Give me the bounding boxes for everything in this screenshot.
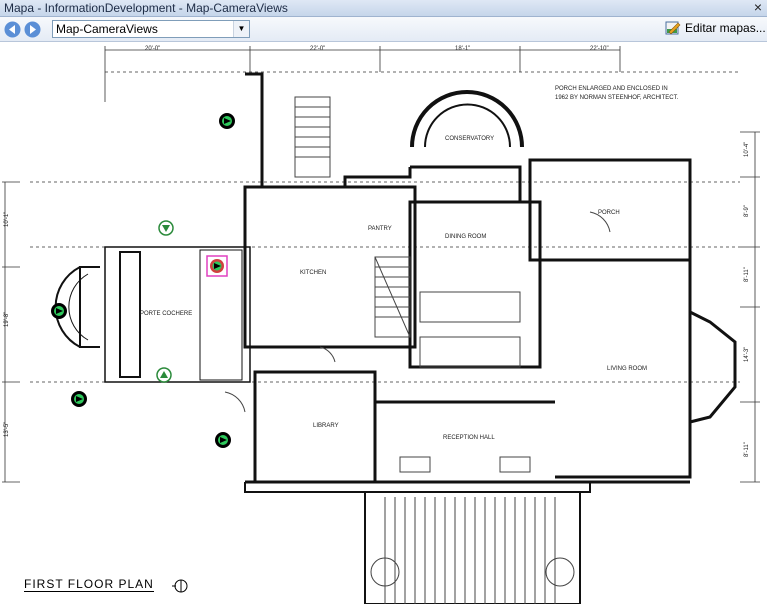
dim-right-1: 10'-4" [744, 142, 750, 157]
room-living: LIVING ROOM [607, 366, 647, 372]
chevron-down-icon[interactable]: ▼ [233, 21, 249, 37]
edit-maps-label: Editar mapas... [685, 21, 766, 35]
edit-map-icon [665, 21, 681, 35]
map-select-value: Map-CameraViews [56, 22, 158, 36]
room-library: LIBRARY [313, 423, 339, 429]
camera-marker-3[interactable] [51, 303, 67, 319]
dim-right-3: 8'-11" [744, 267, 750, 282]
window-title: Mapa - InformationDevelopment - Map-Came… [4, 1, 288, 15]
dim-right-4: 14'-3" [744, 347, 750, 362]
room-conservatory: CONSERVATORY [445, 136, 494, 142]
dim-left-1: 10'-1" [4, 212, 10, 227]
edit-maps-button[interactable]: Editar mapas... [665, 20, 766, 38]
room-dining: DINING ROOM [445, 234, 486, 240]
forward-arrow-icon[interactable] [24, 21, 41, 38]
close-icon[interactable]: × [751, 0, 765, 15]
plan-caption: FIRST FLOOR PLAN [24, 577, 154, 592]
north-arrow-icon [170, 578, 188, 594]
window-titlebar: Mapa - InformationDevelopment - Map-Came… [0, 0, 767, 17]
room-porte-cochere: PORTE COCHERE [140, 311, 192, 317]
dim-right-2: 8'-9" [744, 205, 750, 217]
map-select[interactable]: Map-CameraViews ▼ [52, 20, 250, 38]
camera-marker-selected[interactable] [206, 255, 228, 277]
dim-top-1: 20'-0" [145, 46, 160, 52]
dim-top-3: 18'-1" [455, 46, 470, 52]
camera-marker-2[interactable] [158, 220, 174, 236]
camera-marker-5[interactable] [71, 391, 87, 407]
floor-plan-map[interactable]: PORCH ENLARGED AND ENCLOSED IN 1962 BY N… [0, 42, 767, 604]
dim-left-2: 19'-8" [4, 312, 10, 327]
floor-plan-drawing: PORCH ENLARGED AND ENCLOSED IN 1962 BY N… [2, 46, 760, 604]
plan-note-line-2: 1962 BY NORMAN STEENHOF, ARCHITECT. [555, 95, 679, 101]
room-porch: PORCH [598, 210, 620, 216]
map-toolbar: Map-CameraViews ▼ Editar mapas... [0, 17, 767, 42]
dim-top-4: 22'-10" [590, 46, 609, 52]
room-reception: RECEPTION HALL [443, 435, 495, 441]
dim-top-2: 22'-0" [310, 46, 325, 52]
camera-marker-6[interactable] [215, 432, 231, 448]
room-pantry: PANTRY [368, 226, 392, 232]
dim-left-3: 13'-5" [4, 422, 10, 437]
room-kitchen: KITCHEN [300, 270, 326, 276]
back-arrow-icon[interactable] [4, 21, 21, 38]
camera-marker-1[interactable] [219, 113, 235, 129]
camera-marker-4[interactable] [156, 367, 172, 383]
dim-right-5: 8'-11" [744, 442, 750, 457]
plan-note-line-1: PORCH ENLARGED AND ENCLOSED IN [555, 86, 668, 92]
